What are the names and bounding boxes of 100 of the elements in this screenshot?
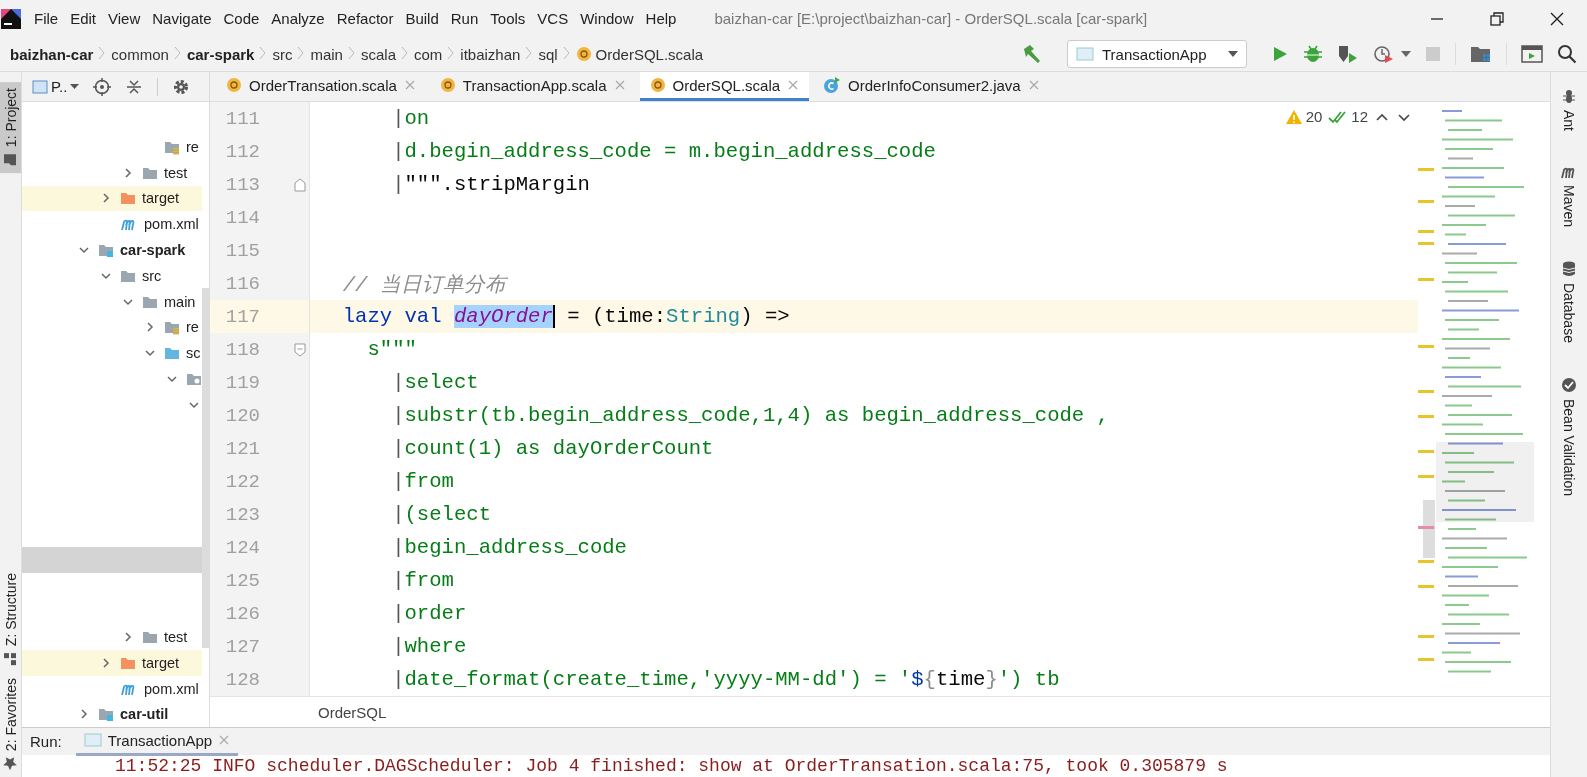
close-icon[interactable] (1550, 11, 1564, 26)
breadcrumb-item[interactable]: car-spark (184, 45, 257, 63)
caret-icon (70, 83, 80, 90)
tree-item[interactable]: main (22, 288, 202, 315)
coverage-icon[interactable] (1337, 44, 1359, 64)
tree-item[interactable]: sc (22, 340, 202, 367)
settings-icon[interactable] (172, 77, 191, 96)
weak-warnings-indicator[interactable]: 12 (1328, 108, 1368, 125)
breadcrumb-item[interactable]: baizhan-car (8, 45, 96, 63)
tree-item[interactable]: pom.xml (22, 675, 202, 702)
editor-tab[interactable]: OrderTransation.scala (216, 72, 426, 101)
module-folder-icon (98, 242, 114, 259)
tree-item[interactable]: car-util (22, 701, 202, 727)
menu-item[interactable]: Navigate (146, 3, 218, 34)
tree-item[interactable]: re (22, 314, 202, 341)
project-structure-icon[interactable] (1470, 44, 1492, 64)
menu-item[interactable]: File (28, 3, 65, 34)
editor-breadcrumb[interactable]: OrderSQL (318, 703, 387, 721)
line-number: 121 (224, 437, 260, 460)
panel-icon (32, 78, 48, 95)
menu-item[interactable]: Tools (484, 3, 532, 34)
run-icon[interactable] (1271, 45, 1289, 63)
editor-tab[interactable]: OrderSQL.scala (639, 72, 810, 101)
tree-item[interactable]: pom.xml (22, 211, 202, 238)
menu-item[interactable]: Help (639, 3, 683, 34)
tree-item[interactable]: re (22, 134, 202, 160)
menu-item[interactable]: Edit (64, 3, 103, 34)
line-number: 126 (224, 602, 260, 625)
folder-icon (120, 190, 136, 207)
menu-item[interactable]: Code (217, 3, 266, 34)
line-number: 113 (224, 173, 260, 196)
tree-item[interactable]: target (22, 649, 202, 676)
code-line: |date_format(create_time,'yyyy-MM-dd') = '${time}') tb (391, 668, 1060, 691)
scala-file-icon (649, 77, 666, 93)
chevron-right-icon (98, 44, 107, 61)
tool-window-tab[interactable]: 2: Favorites (0, 671, 21, 777)
search-icon[interactable] (1557, 44, 1577, 64)
breadcrumb-item[interactable]: itbaizhan (458, 45, 523, 63)
menu-item[interactable]: VCS (531, 3, 575, 34)
breadcrumb-item[interactable]: common (109, 45, 171, 63)
editor-tab[interactable]: OrderInfoConsumer2.java (813, 72, 1050, 101)
code-line: |begin_address_code (391, 536, 627, 559)
restore-icon[interactable] (1490, 11, 1504, 26)
editor-tab[interactable]: TransactionApp.scala (429, 72, 636, 101)
line-number: 118 (224, 338, 260, 361)
menu-item[interactable]: Window (574, 3, 640, 34)
scala-file-icon (439, 77, 456, 93)
breadcrumb-item[interactable]: main (308, 45, 345, 63)
chevron-right-icon (562, 44, 571, 61)
line-number: 123 (224, 503, 260, 526)
debug-icon[interactable] (1303, 44, 1323, 64)
fold-start-icon[interactable] (294, 342, 306, 357)
app-window-icon (1076, 46, 1094, 62)
tool-window-tab[interactable]: Ant (1551, 82, 1587, 137)
tree-item[interactable]: src (22, 263, 202, 289)
folder-icon (3, 153, 18, 168)
line-number: 112 (224, 140, 260, 163)
run-tab[interactable]: TransactionApp (75, 727, 239, 756)
database-icon (1561, 261, 1577, 278)
tree-item[interactable]: test (22, 624, 202, 650)
run-configuration-dropdown[interactable]: TransactionApp (1067, 40, 1247, 68)
collapse-all-icon[interactable] (125, 77, 144, 96)
menu-item[interactable]: Analyze (265, 3, 331, 34)
menu-item[interactable]: Run (444, 3, 485, 34)
breadcrumb-item[interactable]: scala (358, 45, 398, 63)
scrollbar-thumb[interactable] (202, 288, 209, 648)
tree-item[interactable]: car-spark (22, 237, 202, 263)
tree-item[interactable]: test (22, 159, 202, 186)
tool-window-tab[interactable]: Z: Structure (0, 566, 21, 672)
menu-item[interactable]: Refactor (330, 3, 400, 34)
code-line: // 当日订单分布 (341, 272, 506, 298)
chevron-right-icon (347, 44, 356, 61)
chevron-right-icon (297, 44, 306, 61)
chevron-right-icon (401, 44, 409, 61)
breadcrumb-item[interactable]: sql (536, 45, 560, 63)
profiler-icon[interactable] (1373, 44, 1395, 64)
code-line: |select (391, 371, 479, 394)
warnings-indicator[interactable]: 20 (1284, 108, 1323, 125)
breadcrumb-item[interactable]: OrderSQL.scala (573, 45, 706, 63)
tree-item[interactable]: target (22, 185, 202, 212)
breadcrumb-item[interactable]: com (412, 45, 445, 63)
scala-file-icon (575, 46, 592, 62)
breadcrumb-item[interactable]: src (270, 45, 295, 63)
code-line: |(select (391, 503, 492, 526)
code-line: |d.begin_address_code = m.begin_address_code (391, 140, 936, 163)
window-title: baizhan-car [E:\project\baizhan-car] - OrderSQL.scala [car-spark] (714, 10, 1148, 27)
tool-window-tab[interactable]: Bean Validation (1551, 371, 1587, 503)
tool-window-tab[interactable]: 1: Project (0, 82, 21, 174)
caret-icon[interactable] (1401, 50, 1411, 58)
tool-window-tab[interactable]: Database (1551, 255, 1587, 349)
ant-icon (1561, 88, 1577, 104)
tool-window-tab[interactable]: Maven (1551, 159, 1587, 234)
menu-item[interactable]: View (102, 3, 147, 34)
line-number: 127 (224, 635, 260, 658)
project-view-dropdown[interactable]: P.. (32, 78, 80, 95)
module-folder-icon (98, 706, 114, 723)
line-number: 122 (224, 470, 260, 493)
run-anything-icon[interactable] (1521, 44, 1543, 64)
menu-item[interactable]: Build (399, 3, 445, 34)
locate-icon[interactable] (93, 77, 112, 96)
